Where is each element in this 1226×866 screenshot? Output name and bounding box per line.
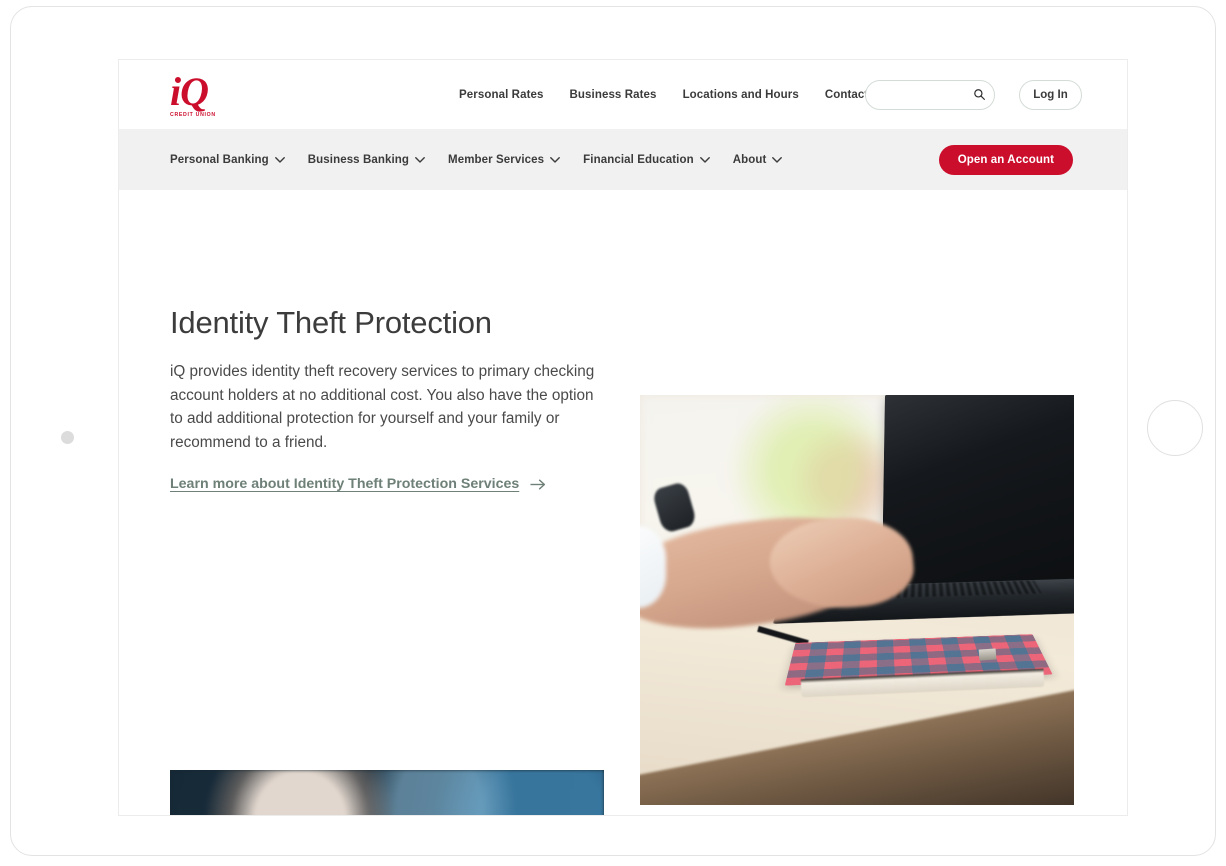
logo-subtitle-text: CREDIT UNION xyxy=(170,112,216,118)
learn-more-link[interactable]: Learn more about Identity Theft Protecti… xyxy=(170,476,519,492)
chevron-down-icon xyxy=(550,156,561,163)
search-input[interactable] xyxy=(865,80,995,110)
nav-item-financial-education-label: Financial Education xyxy=(583,153,694,166)
chevron-down-icon xyxy=(772,156,783,163)
utility-header: iQ CREDIT UNION Personal Rates Business … xyxy=(119,60,1127,129)
hero-link-row: Learn more about Identity Theft Protecti… xyxy=(170,476,600,492)
iq-credit-union-logo[interactable]: iQ CREDIT UNION xyxy=(170,69,228,120)
utility-link-business-rates[interactable]: Business Rates xyxy=(570,89,657,101)
nav-item-member-services-label: Member Services xyxy=(448,153,545,166)
arrow-right-icon[interactable] xyxy=(530,478,547,491)
nav-item-personal-banking[interactable]: Personal Banking xyxy=(170,154,285,166)
chevron-down-icon xyxy=(274,156,285,163)
utility-nav: Personal Rates Business Rates Locations … xyxy=(459,60,887,129)
nav-item-about-label: About xyxy=(732,153,767,166)
main-navigation-bar: Personal Banking Business Banking Member… xyxy=(119,129,1127,190)
browser-viewport: iQ CREDIT UNION Personal Rates Business … xyxy=(118,59,1128,816)
camera-dot-icon xyxy=(61,431,74,444)
log-in-button[interactable]: Log In xyxy=(1019,80,1082,110)
hero-section: Identity Theft Protection iQ provides id… xyxy=(119,190,1127,805)
hero-image xyxy=(640,395,1074,805)
utility-link-personal-rates[interactable]: Personal Rates xyxy=(459,89,544,101)
chevron-down-icon xyxy=(415,156,425,163)
search-box xyxy=(865,80,995,110)
nav-item-business-banking[interactable]: Business Banking xyxy=(308,154,425,166)
main-nav-items: Personal Banking Business Banking Member… xyxy=(170,153,783,166)
secondary-image-content xyxy=(170,770,604,815)
nav-item-business-banking-label: Business Banking xyxy=(307,153,410,166)
nav-item-financial-education[interactable]: Financial Education xyxy=(583,154,710,166)
tablet-device-frame: iQ CREDIT UNION Personal Rates Business … xyxy=(10,6,1216,856)
secondary-section-image xyxy=(170,770,604,815)
page-title: Identity Theft Protection xyxy=(170,305,492,340)
hero-copy: Identity Theft Protection iQ provides id… xyxy=(170,305,600,492)
hero-paragraph: iQ provides identity theft recovery serv… xyxy=(170,363,595,451)
nav-item-member-services[interactable]: Member Services xyxy=(448,153,561,166)
logo-mark-text: iQ xyxy=(170,69,209,114)
nav-item-personal-banking-label: Personal Banking xyxy=(170,153,269,166)
home-button-circle-icon[interactable] xyxy=(1147,400,1203,456)
open-an-account-button[interactable]: Open an Account xyxy=(938,144,1073,175)
nav-item-about[interactable]: About xyxy=(733,154,783,166)
utility-link-locations-and-hours[interactable]: Locations and Hours xyxy=(683,89,799,101)
hero-image-notebook-clasp xyxy=(978,648,997,661)
chevron-down-icon xyxy=(699,156,710,163)
